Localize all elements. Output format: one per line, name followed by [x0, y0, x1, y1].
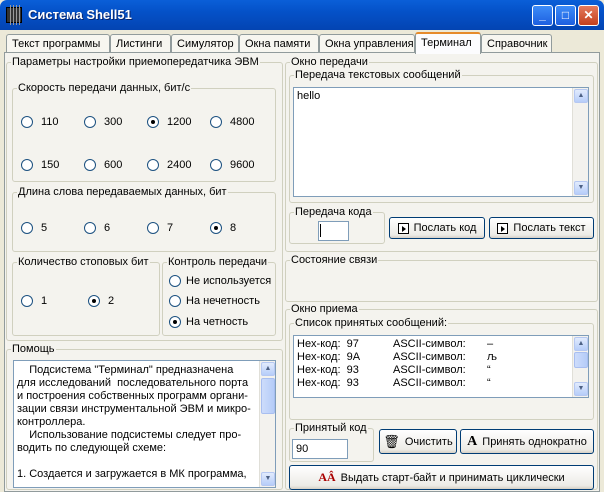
speed-radio-9600[interactable]: 9600: [210, 159, 254, 171]
tab-listings[interactable]: Листинги: [110, 34, 171, 53]
link-state-group: Состояние связи: [285, 254, 598, 302]
link-state-group-title: Состояние связи: [291, 254, 378, 266]
font-aa-icon: AÂ: [318, 470, 336, 484]
word-length-group: Длина слова передаваемых данных, бит: [12, 186, 276, 252]
window-title: Система Shell51: [28, 7, 132, 22]
trash-icon: 🗑: [383, 433, 400, 449]
font-a-icon: A: [467, 433, 478, 449]
tab-simulator[interactable]: Симулятор: [171, 34, 239, 53]
send-code-button[interactable]: Послать код: [389, 217, 485, 239]
help-text[interactable]: Подсистема "Терминал" предназначена для …: [13, 360, 276, 488]
help-group-title: Помощь: [12, 343, 55, 355]
word-length-group-title: Длина слова передаваемых данных, бит: [18, 186, 227, 198]
scroll-up-arrow-icon[interactable]: ▲: [261, 362, 275, 376]
received-code-group-title: Принятый код: [295, 422, 367, 434]
word-radio-7[interactable]: 7: [147, 222, 173, 234]
scroll-down-arrow-icon[interactable]: ▼: [574, 382, 588, 396]
send-code-group-title: Передача кода: [295, 206, 372, 218]
word-radio-6[interactable]: 6: [84, 222, 110, 234]
terminal-pane: Параметры настройки приемопередатчика ЭВ…: [4, 52, 600, 492]
receive-once-button[interactable]: A Принять однократно: [460, 429, 594, 454]
speed-radio-2400[interactable]: 2400: [147, 159, 191, 171]
minimize-button[interactable]: _: [532, 5, 553, 26]
stop-radio-2[interactable]: 2: [88, 295, 114, 307]
speed-radio-600[interactable]: 600: [84, 159, 122, 171]
message-scrollbar[interactable]: ▲ ▼: [572, 88, 588, 196]
play-icon: [497, 222, 509, 234]
receive-group-title: Окно приема: [291, 303, 358, 315]
clear-button[interactable]: 🗑 Очистить: [379, 429, 457, 454]
speed-radio-300[interactable]: 300: [84, 116, 122, 128]
parity-group-title: Контроль передачи: [168, 256, 268, 268]
send-text-button[interactable]: Послать текст: [489, 217, 594, 239]
speed-radio-150[interactable]: 150: [21, 159, 59, 171]
received-messages-list[interactable]: Hex-код: 97 ASCII-символ: – Hex-код: 9A ASC…: [293, 335, 589, 398]
parity-radio-odd[interactable]: На нечетность: [169, 295, 260, 307]
send-code-input[interactable]: [318, 221, 349, 241]
scroll-up-arrow-icon[interactable]: ▲: [574, 89, 588, 103]
received-list-group-title: Список принятых сообщений:: [295, 317, 448, 329]
list-item[interactable]: Hex-код: 93 ASCII-символ: “: [297, 364, 567, 377]
list-item[interactable]: Hex-код: 97 ASCII-символ: –: [297, 338, 567, 351]
scroll-thumb[interactable]: [261, 378, 275, 414]
speed-radio-1200[interactable]: 1200: [147, 116, 191, 128]
scroll-thumb[interactable]: [574, 352, 588, 368]
tab-terminal[interactable]: Терминал: [415, 32, 481, 54]
speed-radio-4800[interactable]: 4800: [210, 116, 254, 128]
chip-icon: [6, 5, 22, 25]
receive-cyclic-button[interactable]: AÂ Выдать старт-байт и принимать цикличес…: [289, 465, 594, 490]
scroll-up-arrow-icon[interactable]: ▲: [574, 337, 588, 351]
word-radio-8[interactable]: 8: [210, 222, 236, 234]
stop-bits-group-title: Количество стоповых бит: [18, 256, 149, 268]
received-code-field[interactable]: 90: [292, 439, 348, 459]
maximize-button[interactable]: □: [555, 5, 576, 26]
close-button[interactable]: ✕: [578, 5, 599, 26]
scroll-down-arrow-icon[interactable]: ▼: [261, 472, 275, 486]
scroll-down-arrow-icon[interactable]: ▼: [574, 181, 588, 195]
title-bar: Система Shell51 _ □ ✕: [0, 0, 604, 30]
transmit-group-title: Окно передачи: [291, 56, 368, 68]
text-messages-group-title: Передача текстовых сообщений: [295, 69, 461, 81]
parity-radio-none[interactable]: Не используется: [169, 275, 271, 287]
play-icon: [397, 222, 409, 234]
tab-control-windows[interactable]: Окна управления: [319, 34, 415, 53]
tab-memory-windows[interactable]: Окна памяти: [239, 34, 319, 53]
tab-program-text[interactable]: Текст программы: [6, 34, 110, 53]
stop-radio-1[interactable]: 1: [21, 295, 47, 307]
word-radio-5[interactable]: 5: [21, 222, 47, 234]
speed-group-title: Скорость передачи данных, бит/с: [18, 82, 191, 94]
speed-radio-110[interactable]: 110: [21, 116, 59, 128]
parity-radio-even[interactable]: На четность: [169, 316, 248, 328]
received-list-scrollbar[interactable]: ▲ ▼: [572, 336, 588, 397]
params-group-title: Параметры настройки приемопередатчика ЭВ…: [12, 56, 259, 68]
message-text-input[interactable]: hello ▲ ▼: [293, 87, 589, 197]
tab-reference[interactable]: Справочник: [481, 34, 552, 53]
tab-strip: Текст программы Листинги Симулятор Окна …: [4, 32, 600, 54]
help-scrollbar[interactable]: ▲ ▼: [259, 361, 275, 487]
list-item[interactable]: Hex-код: 9A ASCII-символ: љ: [297, 351, 567, 364]
list-item[interactable]: Hex-код: 93 ASCII-символ: “: [297, 377, 567, 390]
